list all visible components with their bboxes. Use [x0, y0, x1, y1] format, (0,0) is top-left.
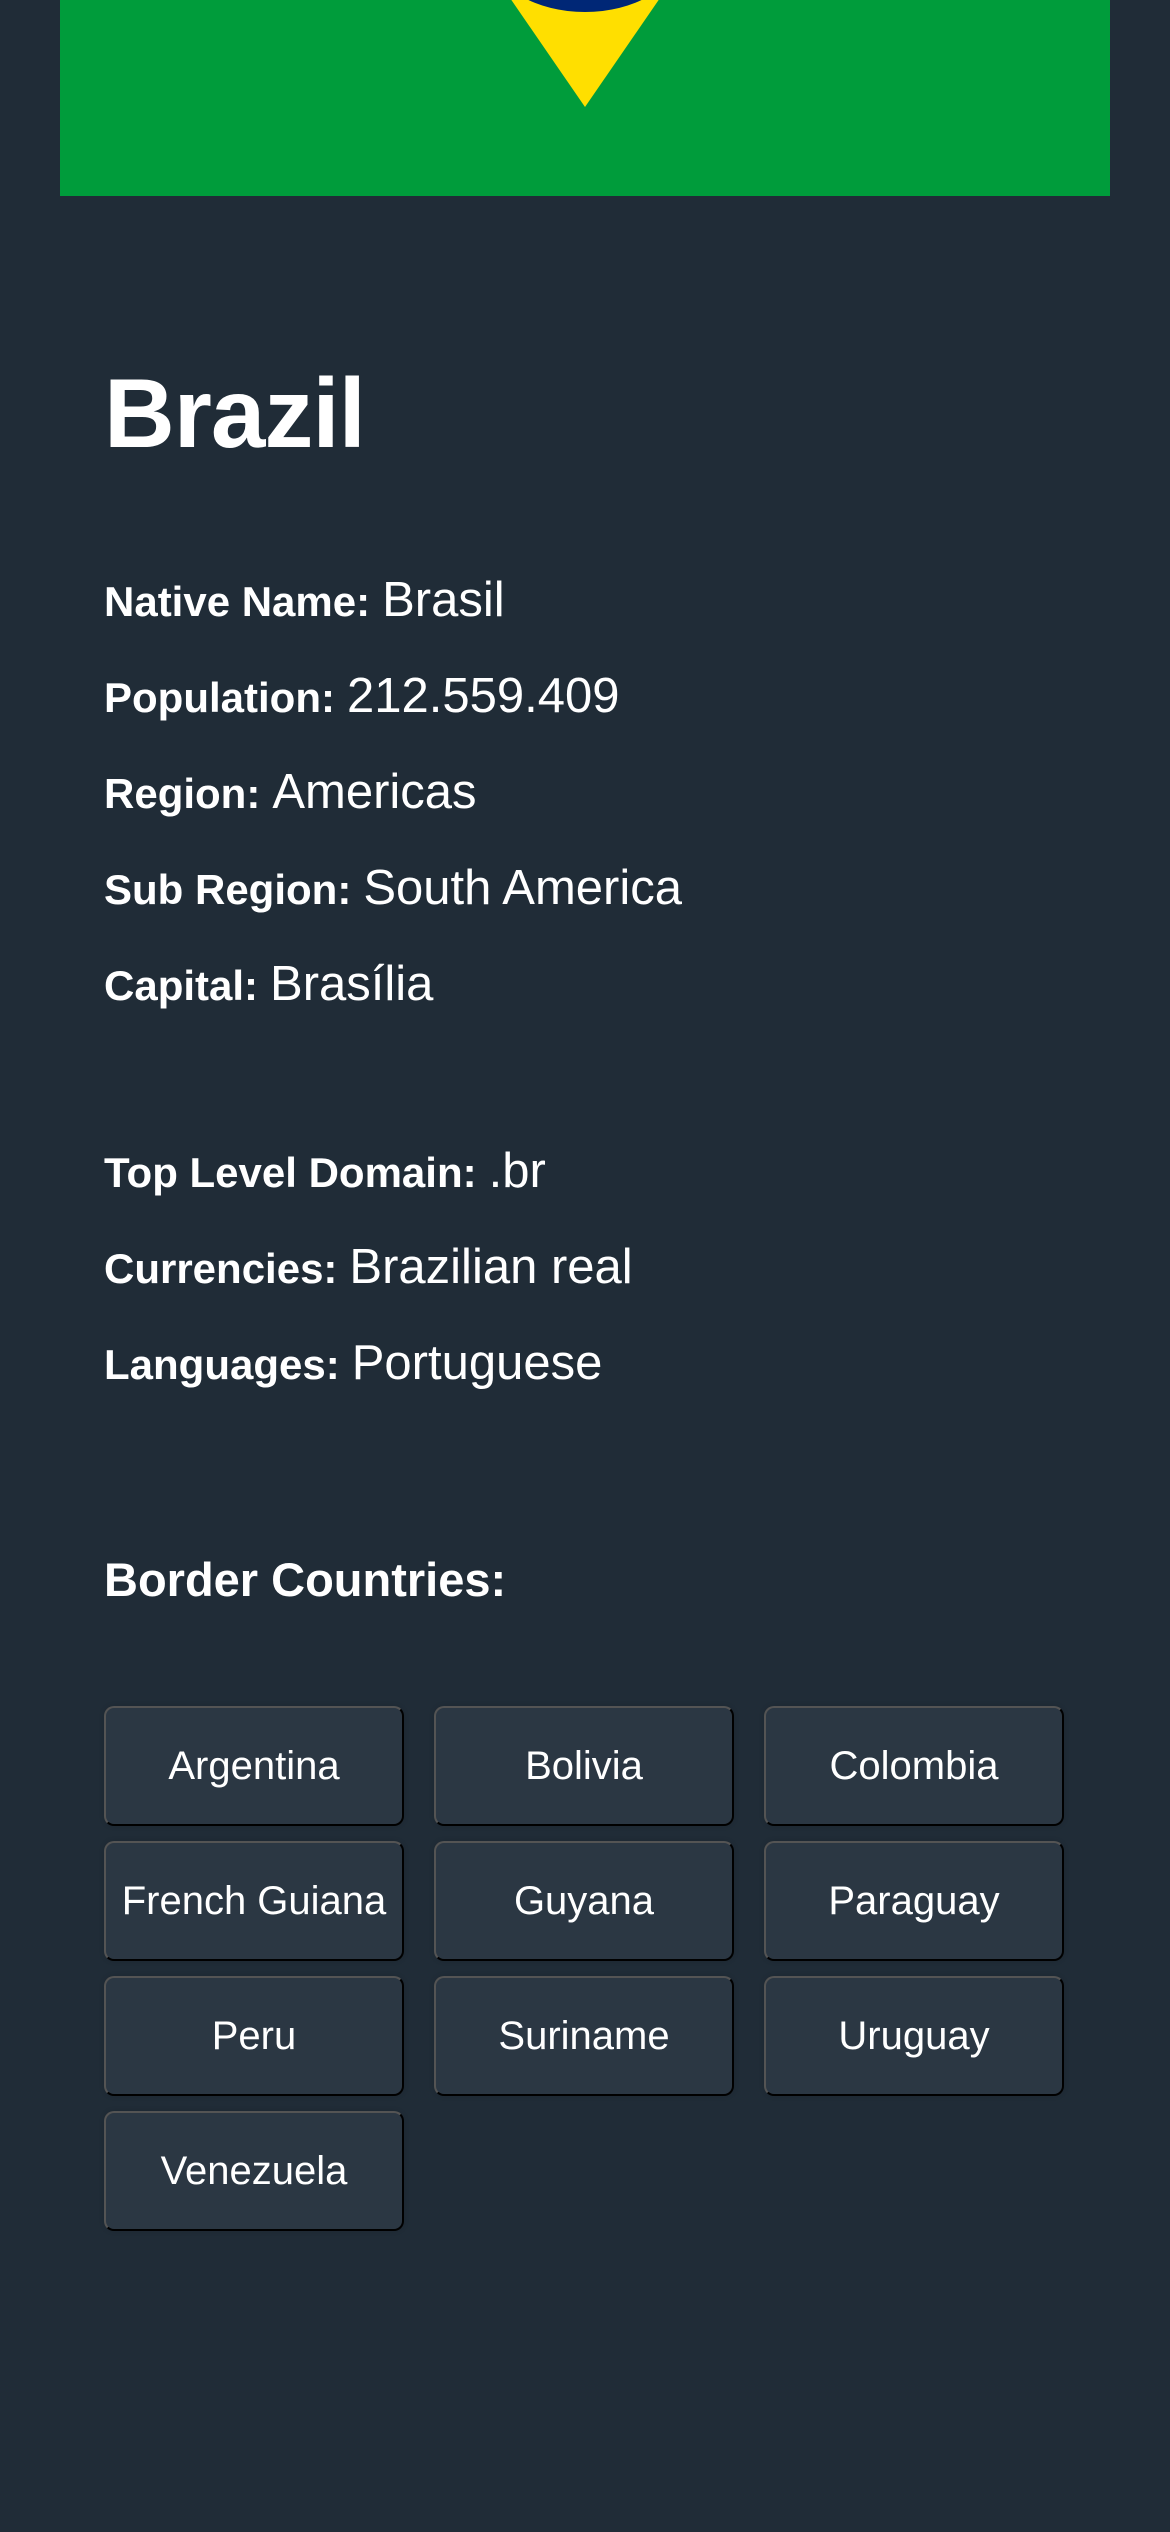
- native-name-label: Native Name:: [104, 578, 371, 625]
- border-country-french-guiana[interactable]: French Guiana: [104, 1841, 404, 1961]
- country-name: Brazil: [104, 358, 366, 468]
- capital-row: Capital: Brasília: [104, 956, 433, 1016]
- border-country-argentina[interactable]: Argentina: [104, 1706, 404, 1826]
- border-country-paraguay[interactable]: Paraguay: [764, 1841, 1064, 1961]
- capital-label: Capital:: [104, 962, 259, 1009]
- sub-region-value: South America: [363, 861, 682, 915]
- languages-row: Languages: Portuguese: [104, 1335, 602, 1395]
- region-label: Region:: [104, 770, 261, 817]
- sub-region-row: Sub Region: South America: [104, 860, 682, 920]
- languages-label: Languages:: [104, 1341, 340, 1388]
- languages-value: Portuguese: [351, 1336, 603, 1390]
- population-row: Population: 212.559.409: [104, 668, 619, 728]
- native-name-row: Native Name: Brasil: [104, 572, 505, 632]
- native-name-value: Brasil: [382, 573, 505, 627]
- country-flag: [60, 0, 1110, 196]
- border-countries-heading: Border Countries:: [104, 1553, 507, 1606]
- border-countries-list: Argentina Bolivia Colombia French Guiana…: [104, 1706, 1066, 2231]
- border-country-peru[interactable]: Peru: [104, 1976, 404, 2096]
- top-level-domain-value: .br: [488, 1144, 546, 1198]
- population-label: Population:: [104, 674, 335, 721]
- brazil-flag-icon: [60, 0, 1110, 196]
- top-level-domain-row: Top Level Domain: .br: [104, 1143, 546, 1203]
- border-country-guyana[interactable]: Guyana: [434, 1841, 734, 1961]
- border-country-uruguay[interactable]: Uruguay: [764, 1976, 1064, 2096]
- population-value: 212.559.409: [346, 669, 620, 723]
- border-country-colombia[interactable]: Colombia: [764, 1706, 1064, 1826]
- border-country-bolivia[interactable]: Bolivia: [434, 1706, 734, 1826]
- region-row: Region: Americas: [104, 764, 477, 824]
- region-value: Americas: [272, 765, 477, 819]
- border-country-venezuela[interactable]: Venezuela: [104, 2111, 404, 2231]
- capital-value: Brasília: [270, 957, 434, 1011]
- currencies-label: Currencies:: [104, 1245, 338, 1292]
- border-country-suriname[interactable]: Suriname: [434, 1976, 734, 2096]
- currencies-value: Brazilian real: [349, 1240, 633, 1294]
- top-level-domain-label: Top Level Domain:: [104, 1149, 477, 1196]
- currencies-row: Currencies: Brazilian real: [104, 1239, 633, 1299]
- sub-region-label: Sub Region:: [104, 866, 352, 913]
